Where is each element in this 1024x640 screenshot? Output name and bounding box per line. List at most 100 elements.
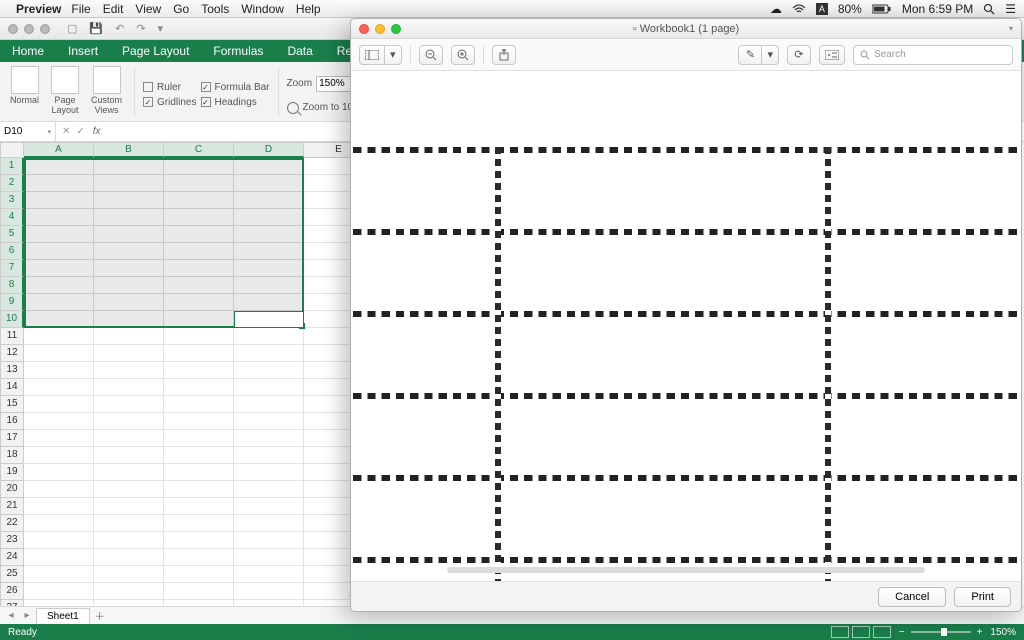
cell[interactable] [24,379,94,396]
cell[interactable] [164,430,234,447]
cell[interactable] [164,345,234,362]
row-header-19[interactable]: 19 [0,464,24,481]
cell[interactable] [164,583,234,600]
row-header-11[interactable]: 11 [0,328,24,345]
cell[interactable] [24,447,94,464]
cell[interactable] [24,209,94,226]
name-box[interactable]: D10▾ [0,122,56,141]
preview-h-scrollbar[interactable] [447,567,925,573]
view-mode-page-icon[interactable] [852,626,870,638]
view-custom-views-button[interactable]: Custom Views [87,66,126,121]
row-header-16[interactable]: 16 [0,413,24,430]
pv-close-button[interactable] [359,24,369,34]
cell[interactable] [94,311,164,328]
cell[interactable] [164,549,234,566]
cell[interactable] [164,328,234,345]
cell[interactable] [24,430,94,447]
cell[interactable] [234,345,304,362]
markup-menu-button[interactable]: ▾ [762,45,779,65]
cell[interactable] [94,583,164,600]
markup-toolbar-button[interactable] [819,45,845,65]
share-button[interactable] [492,45,516,65]
cell[interactable] [164,396,234,413]
menu-extras-icon[interactable]: ☰ [1005,2,1016,16]
cell[interactable] [234,515,304,532]
cell[interactable] [24,294,94,311]
cell[interactable] [94,328,164,345]
cell[interactable] [24,345,94,362]
cell[interactable] [234,430,304,447]
wifi-icon[interactable] [792,4,806,14]
spotlight-icon[interactable] [983,3,995,15]
view-page-layout-button[interactable]: Page Layout [47,66,83,121]
cell[interactable] [94,175,164,192]
cell[interactable] [164,447,234,464]
row-header-14[interactable]: 14 [0,379,24,396]
cell[interactable] [94,345,164,362]
check-headings[interactable]: ✓Headings [201,97,270,108]
check-gridlines[interactable]: ✓Gridlines [143,97,196,108]
qat-more-icon[interactable]: ▾ [157,21,165,36]
accept-formula-icon[interactable]: ✓ [76,126,84,137]
row-header-5[interactable]: 5 [0,226,24,243]
cell[interactable] [164,260,234,277]
sheet-nav-prev[interactable]: ◂ [4,610,18,621]
sheet-nav-next[interactable]: ▸ [20,610,34,621]
row-header-10[interactable]: 10 [0,311,24,328]
sheet-tab-1[interactable]: Sheet1 [36,608,90,624]
cell[interactable] [24,158,94,175]
cell[interactable] [164,175,234,192]
cell[interactable] [94,209,164,226]
menu-file[interactable]: File [71,2,90,16]
cell[interactable] [164,277,234,294]
zoom-out-button[interactable]: − [899,627,905,638]
cell[interactable] [94,447,164,464]
cell[interactable] [164,413,234,430]
cell[interactable] [94,260,164,277]
cell[interactable] [164,243,234,260]
row-header-12[interactable]: 12 [0,345,24,362]
cell[interactable] [234,226,304,243]
sidebar-toggle-button[interactable] [359,45,385,65]
select-all-corner[interactable] [0,142,24,158]
cell[interactable] [234,243,304,260]
input-icon[interactable]: A [816,3,828,15]
cell[interactable] [164,226,234,243]
tab-formulas[interactable]: Formulas [201,40,275,62]
view-normal-button[interactable]: Normal [6,66,43,121]
cell[interactable] [164,498,234,515]
add-sheet-button[interactable]: ＋ [92,608,108,623]
check-formula-bar[interactable]: ✓Formula Bar [201,82,270,93]
cell[interactable] [94,226,164,243]
col-header-D[interactable]: D [234,142,304,158]
cell[interactable] [234,158,304,175]
cell[interactable] [24,175,94,192]
row-header-8[interactable]: 8 [0,277,24,294]
cell[interactable] [24,260,94,277]
preview-body[interactable] [351,71,1021,581]
cell[interactable] [94,379,164,396]
cell[interactable] [234,396,304,413]
row-header-13[interactable]: 13 [0,362,24,379]
cell[interactable] [164,158,234,175]
cell[interactable] [94,532,164,549]
row-header-18[interactable]: 18 [0,447,24,464]
cell[interactable] [234,192,304,209]
cell[interactable] [164,532,234,549]
zoom-slider[interactable] [911,631,971,633]
cell[interactable] [24,549,94,566]
cancel-button[interactable]: Cancel [878,587,946,607]
markup-button[interactable]: ✎ [738,45,762,65]
cell[interactable] [94,396,164,413]
rotate-button[interactable]: ⟳ [787,45,811,65]
cell[interactable] [234,447,304,464]
cancel-formula-icon[interactable]: ✕ [62,126,70,137]
tab-insert[interactable]: Insert [56,40,110,62]
row-header-6[interactable]: 6 [0,243,24,260]
cell[interactable] [94,277,164,294]
cell[interactable] [234,277,304,294]
title-dropdown-icon[interactable]: ▾ [1009,24,1013,33]
zoom-in-button[interactable]: + [977,627,983,638]
cell[interactable] [164,362,234,379]
cell[interactable] [234,566,304,583]
